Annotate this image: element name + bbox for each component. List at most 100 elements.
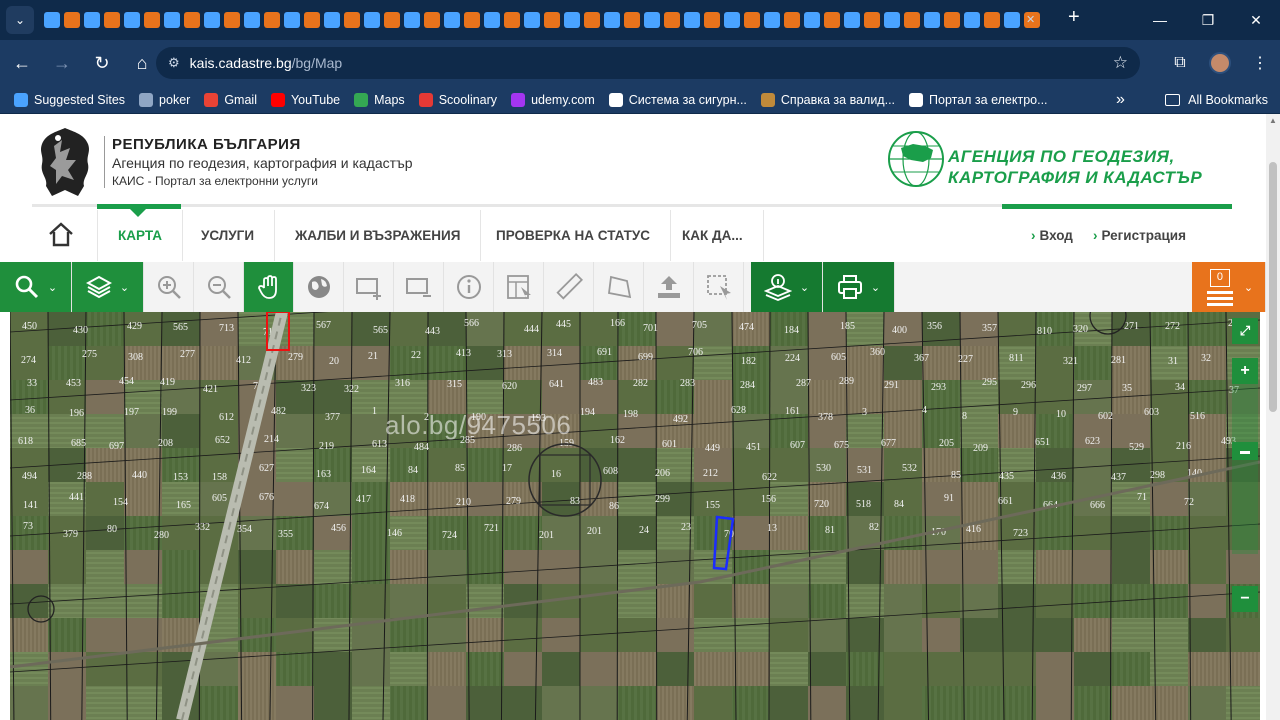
parcel-number[interactable]: 214: [264, 434, 279, 445]
parcel-number[interactable]: 81: [825, 525, 835, 536]
parcel-number[interactable]: 641: [549, 379, 564, 390]
tab-favicon-icon[interactable]: [884, 12, 900, 28]
map-zoom-in-button[interactable]: +: [1232, 358, 1258, 384]
all-bookmarks[interactable]: All Bookmarks: [1165, 86, 1268, 114]
tab-favicon-icon[interactable]: [944, 12, 960, 28]
tab-favicon-icon[interactable]: [164, 12, 180, 28]
parcel-number[interactable]: 713: [219, 323, 234, 334]
parcel-number[interactable]: 283: [680, 378, 695, 389]
parcel-number[interactable]: 34: [1175, 382, 1185, 393]
bookmark-item[interactable]: Портал за електро...: [909, 92, 1048, 107]
parcel-number[interactable]: 281: [1111, 355, 1126, 366]
parcel-number[interactable]: 274: [21, 355, 36, 366]
parcel-number[interactable]: 1: [372, 406, 377, 417]
parcel-number[interactable]: 298: [1150, 470, 1165, 481]
nav-services[interactable]: УСЛУГИ: [181, 210, 276, 261]
restore-icon[interactable]: ❐: [1184, 0, 1232, 40]
bookmark-item[interactable]: Gmail: [204, 92, 257, 107]
parcel-number[interactable]: 492: [673, 414, 688, 425]
tab-favicon-icon[interactable]: [364, 12, 380, 28]
tab-favicon-icon[interactable]: [404, 12, 420, 28]
parcel-number[interactable]: 279: [506, 496, 521, 507]
home-icon[interactable]: [46, 219, 76, 249]
parcel-number[interactable]: 705: [692, 320, 707, 331]
parcel-number[interactable]: 162: [610, 435, 625, 446]
parcel-number[interactable]: 602: [1098, 411, 1113, 422]
cadastral-map[interactable]: 450 430 429 565 713 714 567 565 443 566 444 445 166 7…: [10, 312, 1260, 720]
parcel-number[interactable]: 565: [173, 322, 188, 333]
parcel-number[interactable]: 529: [1129, 442, 1144, 453]
parcel-number[interactable]: 165: [176, 500, 191, 511]
tab-favicon-icon[interactable]: [504, 12, 520, 28]
parcel-number[interactable]: 483: [588, 377, 603, 388]
tab-favicon-icon[interactable]: [904, 12, 920, 28]
pan-tool-button[interactable]: [244, 262, 294, 312]
layer-info-button[interactable]: ⌄: [751, 262, 823, 312]
parcel-number[interactable]: 607: [790, 440, 805, 451]
tab-favicon-icon[interactable]: [244, 12, 260, 28]
tab-favicon-icon[interactable]: [284, 12, 300, 28]
parcel-number[interactable]: 482: [271, 406, 286, 417]
parcel-number[interactable]: 360: [870, 347, 885, 358]
select-tool-button[interactable]: [694, 262, 744, 312]
parcel-number[interactable]: 161: [785, 406, 800, 417]
parcel-number[interactable]: 155: [705, 500, 720, 511]
parcel-number[interactable]: 73: [23, 521, 33, 532]
parcel-number[interactable]: 208: [158, 438, 173, 449]
menu-icon[interactable]: ⋮: [1240, 53, 1280, 73]
login-link[interactable]: › Вход: [1031, 210, 1073, 261]
tab-favicon-icon[interactable]: [584, 12, 600, 28]
tab-favicon-icon[interactable]: [44, 12, 60, 28]
parcel-number[interactable]: 697: [109, 441, 124, 452]
parcel-number[interactable]: 691: [597, 347, 612, 358]
parcel-number[interactable]: 201: [539, 530, 554, 541]
zoom-in-button[interactable]: [144, 262, 194, 312]
tab-favicon-icon[interactable]: [924, 12, 940, 28]
parcel-number[interactable]: 182: [741, 356, 756, 367]
parcel-number[interactable]: 224: [785, 353, 800, 364]
parcel-number[interactable]: 451: [746, 442, 761, 453]
parcel-number[interactable]: 313: [497, 349, 512, 360]
parcel-number[interactable]: 32: [1201, 353, 1211, 364]
parcel-number[interactable]: 198: [623, 409, 638, 420]
parcel-number[interactable]: 91: [944, 493, 954, 504]
parcel-number[interactable]: 84: [408, 465, 418, 476]
parcel-number[interactable]: 323: [301, 383, 316, 394]
tab-favicon-icon[interactable]: [344, 12, 360, 28]
tab-favicon-icon[interactable]: [384, 12, 400, 28]
parcel-number[interactable]: 279: [288, 352, 303, 363]
more-bookmarks-icon[interactable]: »: [1116, 91, 1125, 109]
map-zoom-out-button[interactable]: −: [1232, 586, 1258, 612]
parcel-number[interactable]: 8: [962, 411, 967, 422]
bookmark-item[interactable]: Справка за валид...: [760, 92, 895, 107]
parcel-number[interactable]: 436: [1051, 471, 1066, 482]
parcel-number[interactable]: 141: [23, 500, 38, 511]
parcel-number[interactable]: 674: [314, 501, 329, 512]
page-scrollbar[interactable]: ▲: [1266, 114, 1280, 720]
bookmark-item[interactable]: poker: [139, 92, 190, 107]
parcel-number[interactable]: 605: [212, 493, 227, 504]
scroll-thumb[interactable]: [1269, 162, 1277, 412]
parcel-number[interactable]: 720: [814, 499, 829, 510]
parcel-number[interactable]: 291: [884, 380, 899, 391]
parcel-number[interactable]: 622: [762, 472, 777, 483]
tab-favicon-icon[interactable]: [324, 12, 340, 28]
nav-complaints[interactable]: ЖАЛБИ И ВЪЗРАЖЕНИЯ: [275, 210, 482, 261]
parcel-number[interactable]: 282: [633, 378, 648, 389]
upload-tool-button[interactable]: [644, 262, 694, 312]
tab-favicon-icon[interactable]: [184, 12, 200, 28]
tab-favicon-icon[interactable]: [464, 12, 480, 28]
tab-favicon-icon[interactable]: [524, 12, 540, 28]
parcel-number[interactable]: 676: [259, 492, 274, 503]
parcel-number[interactable]: 293: [931, 382, 946, 393]
parcel-number[interactable]: 620: [502, 381, 517, 392]
parcel-number[interactable]: 286: [507, 443, 522, 454]
parcel-number[interactable]: 20: [329, 356, 339, 367]
parcel-number[interactable]: 567: [316, 320, 331, 331]
parcel-number[interactable]: 677: [881, 438, 896, 449]
parcel-number[interactable]: 320: [1073, 324, 1088, 335]
parcel-number[interactable]: 675: [834, 440, 849, 451]
parcel-number[interactable]: 430: [73, 325, 88, 336]
parcel-number[interactable]: 35: [1122, 383, 1132, 394]
parcel-number[interactable]: 296: [1021, 380, 1036, 391]
